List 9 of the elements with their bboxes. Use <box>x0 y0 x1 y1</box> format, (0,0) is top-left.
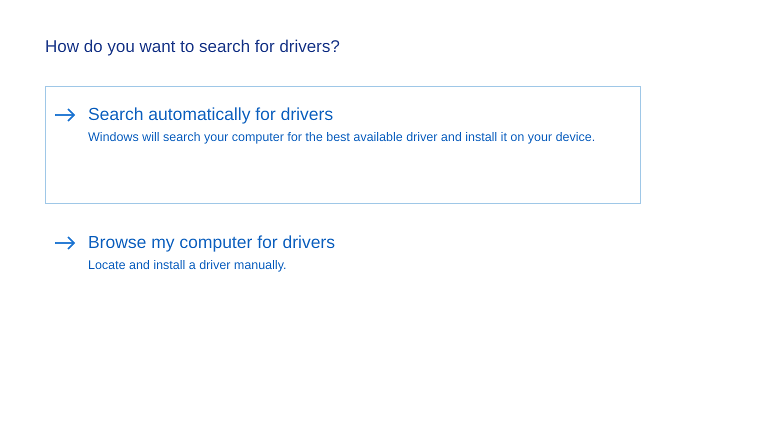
arrow-icon <box>54 236 76 250</box>
option-title: Browse my computer for drivers <box>88 231 336 253</box>
driver-option[interactable]: Browse my computer for drivers Locate and install a driver manually. <box>45 214 641 294</box>
arrow-icon <box>54 108 76 122</box>
option-description: Locate and install a driver manually. <box>88 257 288 274</box>
option-title: Search automatically for drivers <box>88 103 334 125</box>
dialog-heading: How do you want to search for drivers? <box>45 36 341 58</box>
option-description: Windows will search your computer for the best available driver and install it on your device. <box>88 129 596 146</box>
driver-option[interactable]: Search automatically for drivers Windows will search your computer for the best available driver and install it on your device. <box>45 86 641 204</box>
